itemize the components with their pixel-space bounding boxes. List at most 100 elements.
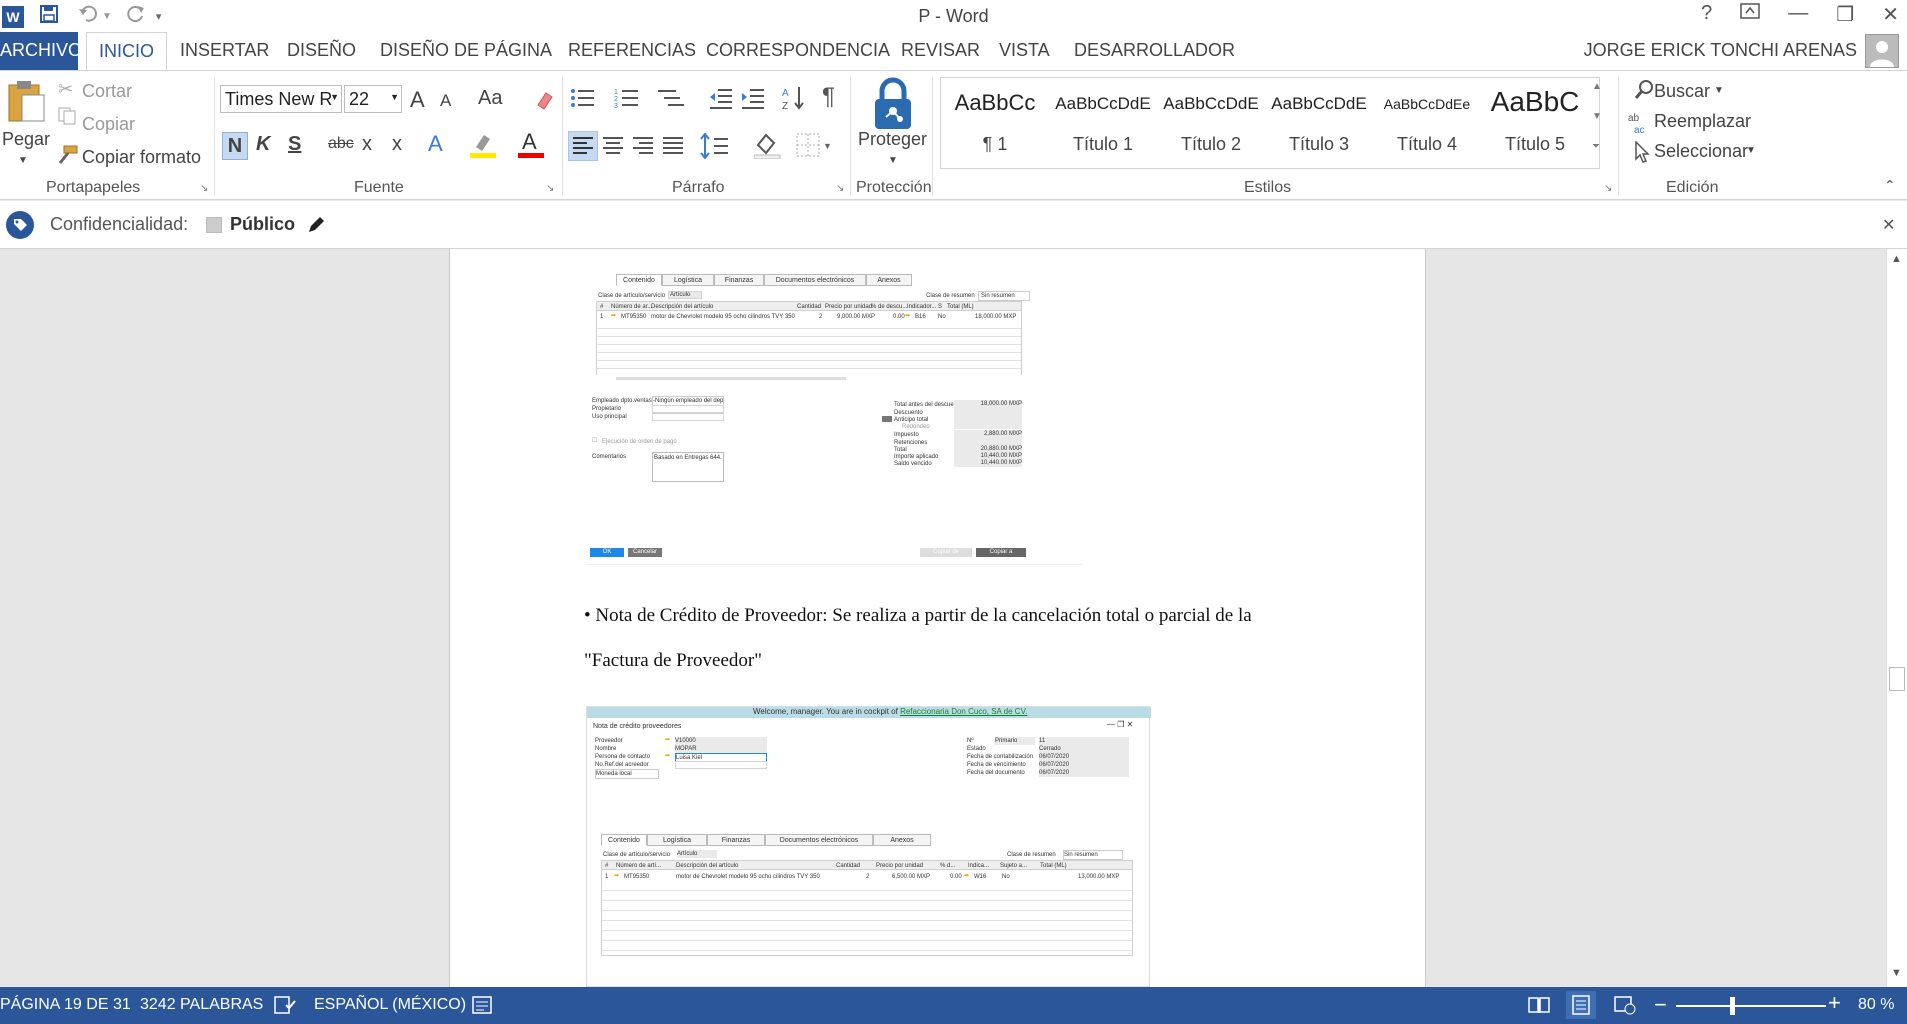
- sort-icon[interactable]: AZ: [782, 85, 806, 116]
- underline-button[interactable]: S: [288, 133, 301, 156]
- text-effects-icon[interactable]: A: [428, 131, 443, 157]
- checkbox-icon[interactable]: [206, 217, 222, 233]
- lock-icon[interactable]: [870, 77, 916, 136]
- numbering-icon[interactable]: 123: [614, 87, 644, 114]
- proofing-icon[interactable]: [274, 995, 296, 1020]
- find-button[interactable]: Buscar: [1654, 81, 1710, 102]
- field-value[interactable]: V10000: [675, 737, 767, 745]
- decrease-indent-icon[interactable]: [708, 87, 734, 114]
- restore-icon[interactable]: ❐: [1836, 2, 1854, 27]
- styles-launcher-icon[interactable]: ↘: [1604, 183, 1612, 194]
- zoom-slider-track[interactable]: [1676, 1005, 1826, 1007]
- tab-diseno[interactable]: DISEÑO: [287, 40, 356, 61]
- ok-button[interactable]: OK: [590, 548, 624, 557]
- style-item[interactable]: AaBbCcDdE Título 3: [1265, 78, 1373, 168]
- tab-archivo[interactable]: ARCHIVO: [0, 32, 82, 70]
- cut-icon[interactable]: ✂: [58, 79, 73, 100]
- zoom-in-button[interactable]: +: [1828, 990, 1841, 1016]
- company-link[interactable]: Refaccionaria Don Cuco, SA de CV.: [900, 707, 1027, 716]
- shading-icon[interactable]: [753, 131, 784, 164]
- tab-insertar[interactable]: INSERTAR: [180, 40, 269, 61]
- tab-inicio[interactable]: INICIO: [86, 32, 168, 71]
- font-size-combo[interactable]: 22 ▼: [344, 85, 402, 113]
- vertical-scrollbar[interactable]: ▲ ▼: [1886, 249, 1907, 987]
- tab-vista[interactable]: VISTA: [999, 40, 1050, 61]
- currency-select[interactable]: Moneda local: [595, 769, 659, 779]
- replace-icon[interactable]: ab ac: [1628, 111, 1652, 140]
- zoom-level[interactable]: 80 %: [1858, 996, 1894, 1014]
- read-mode-icon[interactable]: [1528, 995, 1550, 1020]
- ribbon-display-options-icon[interactable]: [1740, 2, 1761, 27]
- tab-desarrollador[interactable]: DESARROLLADOR: [1074, 40, 1235, 61]
- print-layout-icon[interactable]: [1566, 991, 1596, 1019]
- scroll-up-icon[interactable]: ▲: [1891, 253, 1902, 265]
- minimize-icon[interactable]: —: [1788, 2, 1808, 27]
- bold-button[interactable]: N: [222, 132, 248, 160]
- field-value[interactable]: MOPAR: [675, 745, 767, 753]
- paste-icon[interactable]: [6, 79, 46, 128]
- increase-indent-icon[interactable]: [740, 87, 766, 114]
- line-spacing-icon[interactable]: [700, 132, 736, 164]
- close-icon[interactable]: ✕: [1882, 215, 1895, 235]
- scroll-down-icon[interactable]: ▼: [1891, 967, 1902, 979]
- pencil-icon[interactable]: [306, 215, 326, 240]
- grow-font-button[interactable]: A: [410, 87, 425, 113]
- select-icon[interactable]: [1634, 140, 1650, 168]
- language[interactable]: ESPAÑOL (MÉXICO): [314, 996, 466, 1014]
- justify-icon[interactable]: [662, 135, 684, 162]
- style-item[interactable]: AaBbCcDdE Título 2: [1157, 78, 1265, 168]
- comments-field[interactable]: Basado en Entregas 644.: [652, 452, 724, 482]
- select-button[interactable]: Seleccionar: [1654, 141, 1748, 162]
- cut-button[interactable]: Cortar: [82, 81, 132, 102]
- checkbox-icon[interactable]: ☐: [592, 437, 597, 445]
- find-dropdown-icon[interactable]: ▼: [1714, 85, 1724, 96]
- clipboard-launcher-icon[interactable]: ↘: [200, 183, 208, 194]
- format-painter-icon[interactable]: [56, 145, 78, 170]
- scroll-thumb[interactable]: [1889, 667, 1905, 691]
- help-icon[interactable]: ?: [1701, 2, 1712, 27]
- tab-referencias[interactable]: REFERENCIAS: [568, 40, 696, 61]
- superscript-button[interactable]: x: [392, 133, 402, 156]
- styles-more-icon[interactable]: ⏷: [1592, 141, 1600, 152]
- font-launcher-icon[interactable]: ↘: [546, 183, 554, 194]
- bullet-paragraph-line-1[interactable]: • Nota de Crédito de Proveedor: Se reali…: [584, 605, 1252, 627]
- font-color-icon[interactable]: A: [518, 129, 544, 164]
- style-item[interactable]: AaBbCc ¶ 1: [941, 78, 1049, 168]
- cancel-button[interactable]: Cancelar: [628, 548, 662, 557]
- tab-correspondencia[interactable]: CORRESPONDENCIA: [706, 40, 890, 61]
- font-name-combo[interactable]: Times New R ▼: [220, 85, 342, 113]
- protect-button[interactable]: Proteger: [858, 129, 927, 150]
- tab-revisar[interactable]: REVISAR: [901, 40, 980, 61]
- document-page[interactable]: Contenido Logística Finanzas Documentos …: [449, 249, 1426, 987]
- styles-scroll-up-icon[interactable]: ▲: [1592, 81, 1602, 92]
- paste-dropdown-icon[interactable]: ▼: [18, 155, 28, 166]
- borders-icon[interactable]: ▼: [796, 133, 832, 162]
- strikethrough-button[interactable]: abc: [328, 135, 354, 153]
- subscript-button[interactable]: x: [362, 133, 372, 156]
- copy-icon[interactable]: [58, 107, 76, 130]
- align-center-icon[interactable]: [602, 135, 624, 162]
- style-item[interactable]: AaBbC Título 5: [1481, 78, 1589, 168]
- find-icon[interactable]: [1634, 79, 1656, 106]
- clear-formatting-icon[interactable]: [534, 89, 556, 116]
- main-use-select[interactable]: [652, 413, 724, 421]
- horizontal-scrollbar[interactable]: [616, 377, 846, 380]
- italic-button[interactable]: K: [256, 133, 270, 156]
- zoom-slider-thumb[interactable]: [1730, 997, 1735, 1015]
- paste-button[interactable]: Pegar: [2, 129, 50, 150]
- bullets-icon[interactable]: [570, 87, 600, 114]
- styles-scroll-down-icon[interactable]: ▼: [1592, 111, 1602, 122]
- copy-button[interactable]: Copiar: [82, 114, 135, 135]
- summary-value[interactable]: Sin resumen: [1063, 850, 1123, 860]
- replace-button[interactable]: Reemplazar: [1654, 111, 1751, 132]
- collapse-ribbon-icon[interactable]: ⌃: [1884, 177, 1896, 194]
- bullet-paragraph-line-2[interactable]: "Factura de Proveedor": [584, 650, 762, 672]
- track-changes-icon[interactable]: [472, 995, 492, 1020]
- format-painter-button[interactable]: Copiar formato: [82, 147, 201, 168]
- select-dropdown-icon[interactable]: ▼: [1746, 145, 1756, 156]
- series-field[interactable]: Primario: [995, 737, 1035, 745]
- close-icon[interactable]: ✕: [1882, 2, 1899, 27]
- change-case-button[interactable]: Aa: [478, 87, 502, 110]
- down-payment-button[interactable]: [882, 416, 892, 422]
- multilevel-list-icon[interactable]: [656, 87, 686, 114]
